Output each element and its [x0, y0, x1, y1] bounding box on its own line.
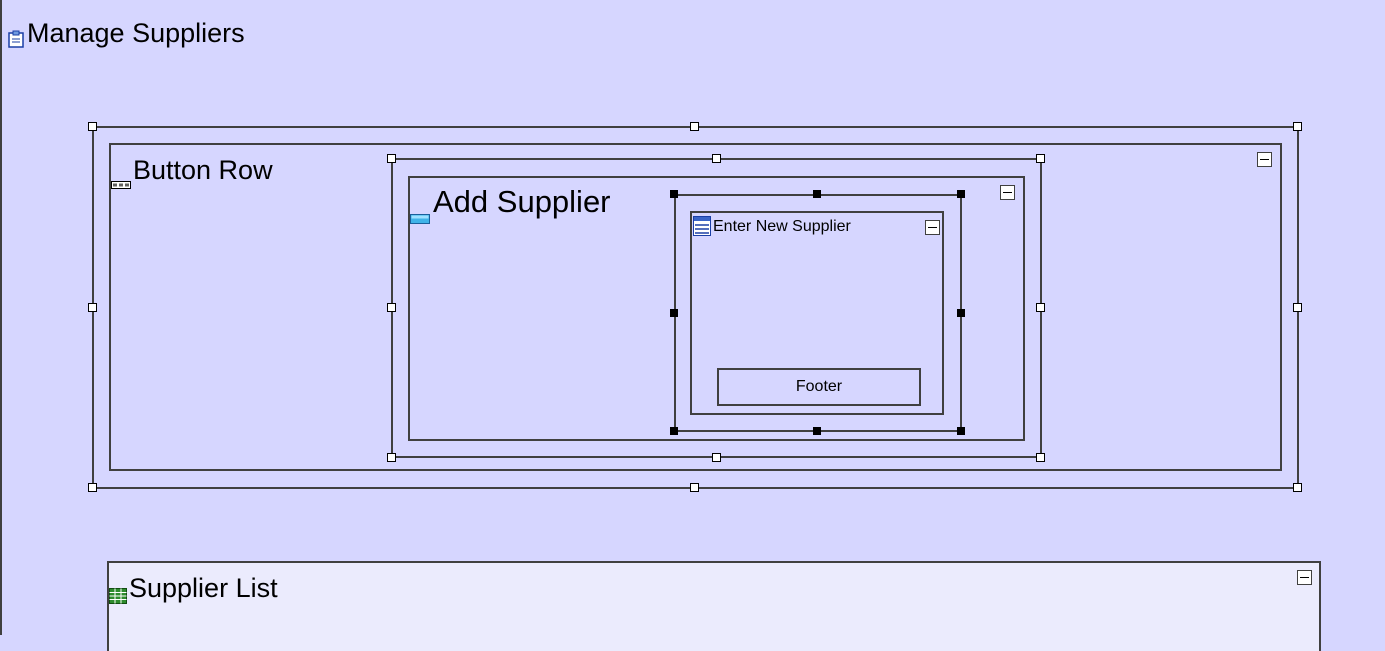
resize-handle[interactable]: [670, 190, 678, 198]
resize-handle[interactable]: [1036, 154, 1045, 163]
resize-handle[interactable]: [88, 483, 97, 492]
resize-handle[interactable]: [387, 154, 396, 163]
resize-handle[interactable]: [1036, 303, 1045, 312]
enter-new-supplier-collapse-button[interactable]: [925, 220, 940, 235]
enter-new-supplier-header: Enter New Supplier: [693, 216, 851, 237]
add-supplier-collapse-button[interactable]: [1000, 185, 1015, 200]
footer-label: Footer: [795, 378, 843, 395]
page-title: Manage Suppliers: [27, 18, 245, 48]
window-left-edge: [0, 0, 2, 635]
resize-handle[interactable]: [1293, 303, 1302, 312]
button-row-icon: [111, 165, 131, 189]
resize-handle[interactable]: [813, 427, 821, 435]
resize-handle[interactable]: [1293, 483, 1302, 492]
button-row-header: Button Row: [111, 155, 273, 189]
supplier-list-header: Supplier List: [109, 573, 278, 604]
resize-handle[interactable]: [712, 154, 721, 163]
resize-handle[interactable]: [813, 190, 821, 198]
form-icon: [693, 216, 711, 236]
clipboard-icon: [8, 24, 24, 48]
resize-handle[interactable]: [690, 122, 699, 131]
button-row-collapse-button[interactable]: [1257, 152, 1272, 167]
resize-handle[interactable]: [88, 303, 97, 312]
popup-icon: [410, 196, 430, 224]
resize-handle[interactable]: [957, 309, 965, 317]
table-icon: [109, 580, 127, 604]
resize-handle[interactable]: [712, 453, 721, 462]
page-title-row: Manage Suppliers: [8, 18, 245, 49]
resize-handle[interactable]: [957, 190, 965, 198]
resize-handle[interactable]: [1036, 453, 1045, 462]
enter-new-supplier-title: Enter New Supplier: [713, 218, 851, 236]
resize-handle[interactable]: [690, 483, 699, 492]
resize-handle[interactable]: [387, 303, 396, 312]
resize-handle[interactable]: [387, 453, 396, 462]
supplier-list-title: Supplier List: [129, 573, 278, 603]
enter-new-supplier-panel[interactable]: Enter New Supplier Footer: [690, 211, 944, 415]
resize-handle[interactable]: [88, 122, 97, 131]
add-supplier-title: Add Supplier: [433, 184, 611, 219]
resize-handle[interactable]: [670, 309, 678, 317]
supplier-list-panel[interactable]: Supplier List: [107, 561, 1321, 651]
add-supplier-header: Add Supplier: [410, 184, 611, 224]
button-row-title: Button Row: [133, 155, 273, 185]
resize-handle[interactable]: [957, 427, 965, 435]
footer-section[interactable]: Footer: [717, 368, 921, 406]
supplier-list-collapse-button[interactable]: [1297, 570, 1312, 585]
resize-handle[interactable]: [1293, 122, 1302, 131]
resize-handle[interactable]: [670, 427, 678, 435]
